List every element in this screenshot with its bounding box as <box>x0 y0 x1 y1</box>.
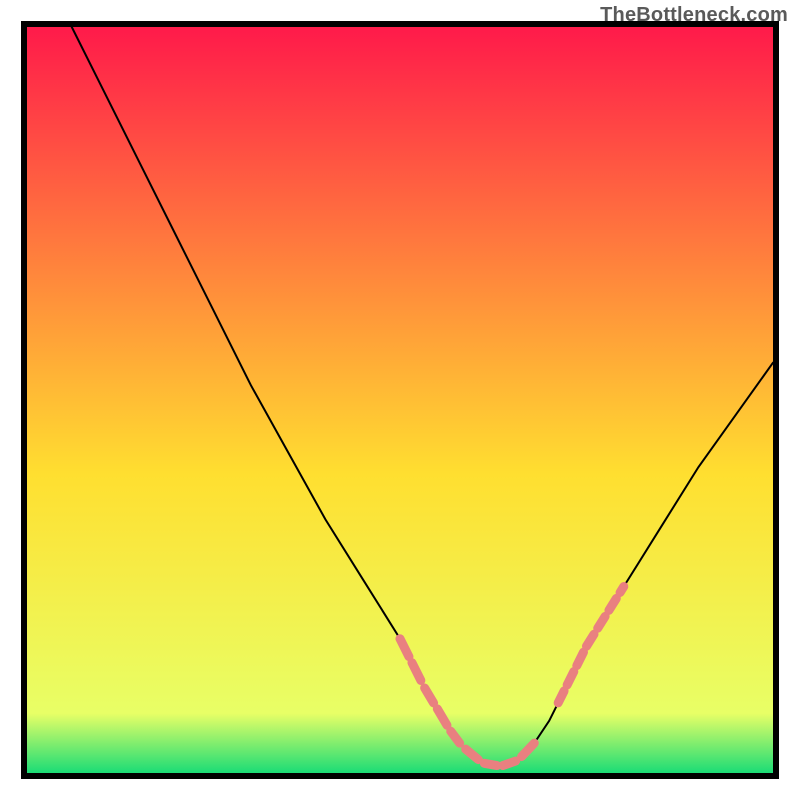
plot-background <box>27 27 773 773</box>
highlight-dash <box>577 652 584 665</box>
watermark-text: TheBottleneck.com <box>600 4 788 27</box>
highlight-dash <box>598 616 605 628</box>
bottleneck-chart <box>0 0 800 800</box>
highlight-dash <box>558 691 564 703</box>
highlight-dash <box>587 634 594 646</box>
highlight-dash <box>609 598 616 610</box>
highlight-dash <box>620 587 624 593</box>
highlight-dash <box>503 761 516 765</box>
highlight-dash <box>484 763 497 765</box>
highlight-dash <box>567 672 574 685</box>
chart-container: TheBottleneck.com <box>0 0 800 800</box>
